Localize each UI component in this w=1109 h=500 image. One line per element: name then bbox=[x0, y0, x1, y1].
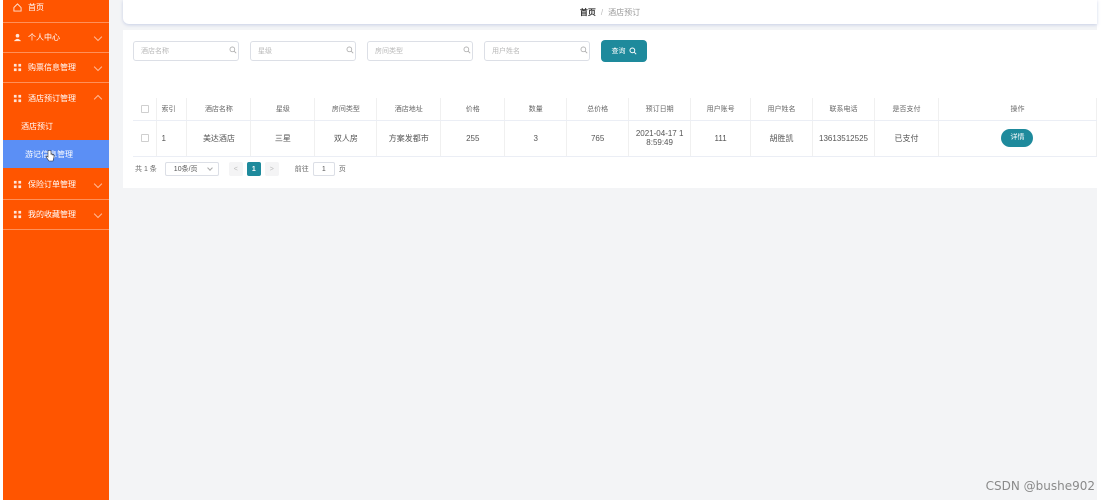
sidebar-item-label: 酒店预订管理 bbox=[28, 93, 76, 103]
home-icon bbox=[13, 3, 22, 12]
pagination: 共 1 条 10条/页 < 1 > 前往 1 页 bbox=[135, 161, 346, 177]
hotel-name-input[interactable] bbox=[133, 41, 239, 61]
query-button[interactable]: 查询 bbox=[601, 40, 647, 62]
cell-total: 765 bbox=[566, 120, 630, 157]
pagination-total: 共 1 条 bbox=[135, 166, 157, 173]
table-row: 1 美达酒店 三星 双人房 方案发都市 255 3 765 2021-04-17… bbox=[133, 120, 1098, 157]
sidebar-subitem-travel-notes[interactable]: 游记信息管理 bbox=[3, 140, 109, 168]
page-size-select[interactable]: 10条/页 bbox=[164, 162, 219, 176]
chevron-up-icon bbox=[93, 94, 103, 104]
sidebar-item-my-favorites[interactable]: 我的收藏管理 bbox=[3, 200, 109, 230]
breadcrumb-home[interactable]: 首页 bbox=[580, 7, 596, 18]
cell-user-name: 胡胜凯 bbox=[750, 120, 814, 157]
cell-date: 2021-04-17 1 8:59:49 bbox=[628, 120, 692, 157]
page-unit-label: 页 bbox=[338, 166, 346, 173]
search-icon bbox=[628, 47, 637, 55]
cell-date-line2: 8:59:49 bbox=[646, 138, 673, 147]
search-icon bbox=[580, 46, 590, 56]
user-name-input[interactable] bbox=[484, 41, 590, 61]
chevron-down-icon bbox=[93, 32, 103, 42]
cell-hotel-name: 美达酒店 bbox=[186, 120, 252, 157]
content-panel: 查询 索引 酒店名称 星级 房间类型 酒店地址 价格 数量 总价格 预订日期 bbox=[123, 30, 1098, 188]
cell-room-type: 双人房 bbox=[314, 120, 378, 157]
goto-page-input[interactable]: 1 bbox=[312, 162, 335, 176]
cell-action: 详情 bbox=[938, 120, 1098, 157]
column-header: 数量 bbox=[504, 98, 568, 121]
row-checkbox[interactable] bbox=[133, 120, 158, 157]
sidebar-item-personal-center[interactable]: 个人中心 bbox=[3, 23, 109, 53]
sidebar: 首页 个人中心 购票信息管理 酒店预订管理 酒店预订 游记信息管理 保险订单管理 bbox=[3, 0, 109, 500]
chevron-down-icon bbox=[93, 179, 103, 189]
user-icon bbox=[13, 33, 22, 42]
cell-quantity: 3 bbox=[504, 120, 568, 157]
chevron-down-icon bbox=[93, 209, 103, 219]
sidebar-item-home[interactable]: 首页 bbox=[3, 0, 109, 23]
grid-icon bbox=[13, 180, 22, 189]
sidebar-item-label: 保险订单管理 bbox=[28, 180, 76, 189]
sidebar-item-label: 购票信息管理 bbox=[28, 63, 76, 72]
column-header: 操作 bbox=[938, 98, 1098, 121]
cell-date-line1: 2021-04-17 1 bbox=[635, 129, 684, 138]
cell-address: 方案发都市 bbox=[376, 120, 442, 157]
cell-star: 三星 bbox=[250, 120, 316, 157]
cell-price: 255 bbox=[440, 120, 506, 157]
column-header: 是否支付 bbox=[874, 98, 939, 121]
sidebar-item-label: 我的收藏管理 bbox=[28, 210, 76, 219]
column-header: 索引 bbox=[156, 98, 188, 121]
main-content: 首页 / 酒店预订 查询 bbox=[109, 0, 1098, 500]
select-all-checkbox[interactable] bbox=[133, 98, 158, 121]
sidebar-item-hotel-booking[interactable]: 酒店预订管理 bbox=[3, 83, 109, 113]
page-number-current[interactable]: 1 bbox=[246, 162, 261, 176]
sidebar-item-ticket-info[interactable]: 购票信息管理 bbox=[3, 53, 109, 83]
hotel-booking-table: 索引 酒店名称 星级 房间类型 酒店地址 价格 数量 总价格 预订日期 用户账号… bbox=[133, 98, 1098, 157]
column-header: 房间类型 bbox=[314, 98, 378, 121]
room-type-input[interactable] bbox=[367, 41, 473, 61]
column-header: 联系电话 bbox=[812, 98, 875, 121]
cell-paid: 已支付 bbox=[874, 120, 939, 157]
grid-icon bbox=[13, 94, 22, 103]
column-header: 酒店地址 bbox=[376, 98, 442, 121]
breadcrumb-separator: / bbox=[600, 7, 604, 17]
column-header: 用户姓名 bbox=[750, 98, 814, 121]
watermark: CSDN @bushe902 bbox=[985, 479, 1095, 493]
hand-cursor-icon bbox=[45, 150, 55, 164]
cell-account: 111 bbox=[690, 120, 752, 157]
column-header: 价格 bbox=[440, 98, 506, 121]
sidebar-subitem-label: 酒店预订 bbox=[21, 121, 53, 131]
sidebar-subitem-hotel-booking[interactable]: 酒店预订 bbox=[3, 112, 109, 140]
cell-phone: 13613512525 bbox=[812, 120, 875, 157]
table-header-row: 索引 酒店名称 星级 房间类型 酒店地址 价格 数量 总价格 预订日期 用户账号… bbox=[133, 98, 1098, 121]
search-icon bbox=[463, 46, 473, 56]
next-page-button[interactable]: > bbox=[264, 162, 279, 176]
chevron-down-icon bbox=[93, 62, 103, 72]
breadcrumb-current: 酒店预订 bbox=[608, 7, 641, 17]
sidebar-item-label: 首页 bbox=[28, 3, 44, 12]
sidebar-item-insurance-orders[interactable]: 保险订单管理 bbox=[3, 170, 109, 200]
column-header: 预订日期 bbox=[628, 98, 692, 121]
grid-icon bbox=[13, 63, 22, 72]
sidebar-item-label: 个人中心 bbox=[28, 33, 60, 42]
search-icon bbox=[346, 46, 356, 56]
search-icon bbox=[229, 46, 239, 56]
breadcrumb: 首页 / 酒店预订 bbox=[123, 0, 1097, 24]
goto-label: 前往 bbox=[294, 166, 309, 173]
chevron-down-icon bbox=[206, 165, 213, 171]
cell-index: 1 bbox=[156, 120, 188, 157]
column-header: 酒店名称 bbox=[186, 98, 252, 121]
page-size-value: 10条/页 bbox=[173, 166, 198, 173]
column-header: 用户账号 bbox=[690, 98, 752, 121]
column-header: 星级 bbox=[250, 98, 316, 121]
query-button-label: 查询 bbox=[611, 48, 626, 55]
star-input[interactable] bbox=[250, 41, 356, 61]
column-header: 总价格 bbox=[566, 98, 630, 121]
grid-icon bbox=[13, 210, 22, 219]
detail-button[interactable]: 详情 bbox=[1001, 129, 1034, 147]
prev-page-button[interactable]: < bbox=[228, 162, 243, 176]
